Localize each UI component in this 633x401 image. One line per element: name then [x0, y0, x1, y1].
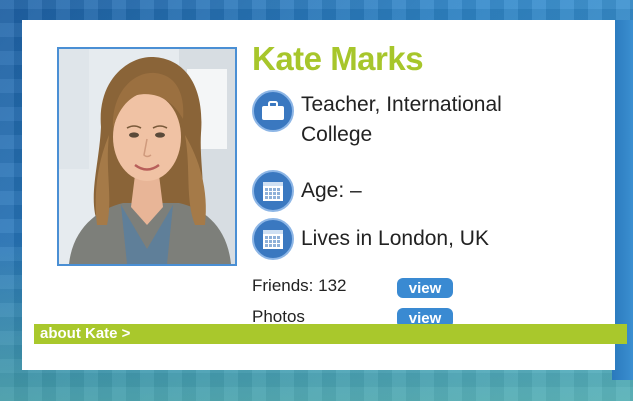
view-friends-button[interactable]: view: [397, 278, 453, 298]
profile-card: Kate Marks Teacher, International Colleg…: [22, 20, 615, 370]
friends-label: Friends: 132: [252, 276, 347, 295]
age-text: Age: –: [301, 179, 362, 202]
briefcase-icon: [252, 90, 294, 132]
profile-photo-image: [59, 49, 235, 264]
location-text: Lives in London, UK: [301, 227, 489, 250]
calendar-icon: [252, 170, 294, 212]
age-row: Age: –: [252, 170, 362, 212]
occupation-line-2: College: [301, 123, 373, 146]
location-row: Lives in London, UK: [252, 218, 489, 260]
occupation-text: Teacher, International College: [301, 90, 502, 150]
occupation-row: Teacher, International College: [252, 90, 502, 150]
occupation-line-1: Teacher, International: [301, 93, 502, 116]
calendar-icon: [252, 218, 294, 260]
profile-photo: [57, 47, 237, 266]
about-link[interactable]: about Kate >: [34, 324, 627, 344]
profile-name: Kate Marks: [252, 40, 424, 77]
